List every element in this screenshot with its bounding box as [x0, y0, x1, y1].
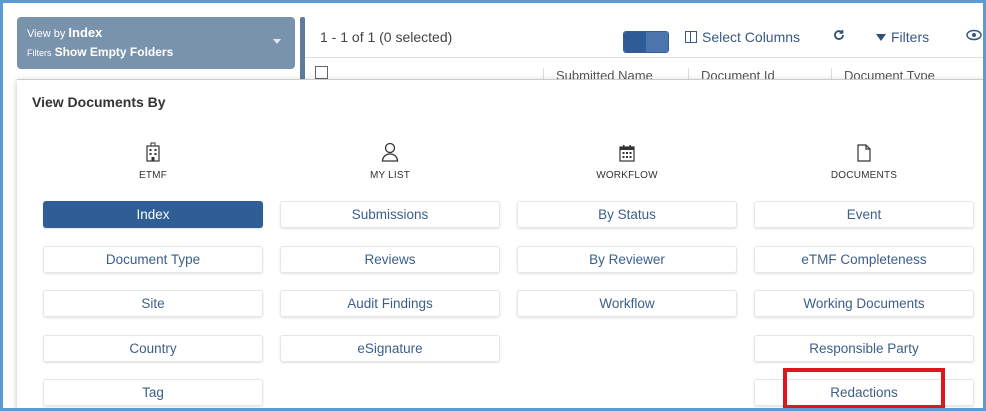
filter-icon: [876, 33, 886, 41]
option-esignature[interactable]: eSignature: [280, 335, 500, 362]
list-view-button[interactable]: [646, 32, 668, 52]
category-documents: DOCUMENTS: [754, 140, 974, 181]
grid-view-button[interactable]: [624, 32, 646, 52]
category-etmf: ETMF: [43, 140, 263, 181]
option-country[interactable]: Country: [43, 335, 263, 362]
list-icon: [646, 38, 668, 47]
grid-icon: [624, 38, 646, 47]
option-responsible-party[interactable]: Responsible Party: [754, 335, 974, 362]
option-submissions[interactable]: Submissions: [280, 201, 500, 228]
option-workflow[interactable]: Workflow: [517, 290, 737, 317]
option-audit-findings[interactable]: Audit Findings: [280, 290, 500, 317]
document-icon: [857, 144, 871, 162]
calendar-icon: [619, 145, 635, 162]
category-workflow: WORKFLOW: [517, 140, 737, 181]
building-icon: [146, 142, 160, 162]
filters-prefix: Filters: [27, 48, 52, 58]
option-site[interactable]: Site: [43, 290, 263, 317]
view-by-prefix: View by: [27, 28, 66, 40]
category-label: DOCUMENTS: [830, 170, 898, 181]
option-working-documents[interactable]: Working Documents: [754, 290, 974, 317]
columns-icon: [685, 31, 697, 43]
select-columns-label: Select Columns: [702, 29, 801, 45]
category-label: WORKFLOW: [596, 170, 658, 181]
view-by-selector[interactable]: View by Index Filters Show Empty Folders: [17, 17, 295, 69]
person-icon: [381, 142, 399, 162]
panel-title: View Documents By: [32, 94, 166, 110]
category-label: MY LIST: [369, 170, 411, 181]
filters-label: Filters: [891, 29, 930, 45]
highlight-box: [783, 368, 945, 408]
category-my-list: MY LIST: [280, 140, 500, 181]
option-event[interactable]: Event: [754, 201, 974, 228]
app-frame: View by Index Filters Show Empty Folders…: [0, 0, 986, 411]
select-columns-button[interactable]: Select Columns: [685, 29, 800, 45]
filters-value: Show Empty Folders: [54, 45, 174, 59]
refresh-icon: [834, 30, 844, 40]
option-tag[interactable]: Tag: [43, 379, 263, 406]
option-by-reviewer[interactable]: By Reviewer: [517, 246, 737, 273]
list-toolbar: 1 - 1 of 1 (0 selected) Select Columns F…: [305, 17, 983, 57]
filters-button[interactable]: Filters: [876, 29, 929, 45]
option-etmf-completeness[interactable]: eTMF Completeness: [754, 246, 974, 273]
visibility-button[interactable]: [966, 29, 982, 41]
option-by-status[interactable]: By Status: [517, 201, 737, 228]
view-mode-toggle[interactable]: [623, 31, 669, 53]
option-index[interactable]: Index: [43, 201, 263, 228]
option-document-type[interactable]: Document Type: [43, 246, 263, 273]
eye-icon: [966, 29, 982, 41]
selection-count: 1 - 1 of 1 (0 selected): [320, 29, 453, 45]
option-reviews[interactable]: Reviews: [280, 246, 500, 273]
category-label: ETMF: [138, 170, 168, 181]
view-by-value: Index: [68, 25, 103, 40]
refresh-button[interactable]: [833, 29, 845, 41]
select-all-checkbox[interactable]: [315, 66, 328, 79]
chevron-down-icon: [273, 39, 281, 44]
view-documents-panel: View Documents By ETMF MY LIST WORKFLOW …: [17, 79, 983, 408]
